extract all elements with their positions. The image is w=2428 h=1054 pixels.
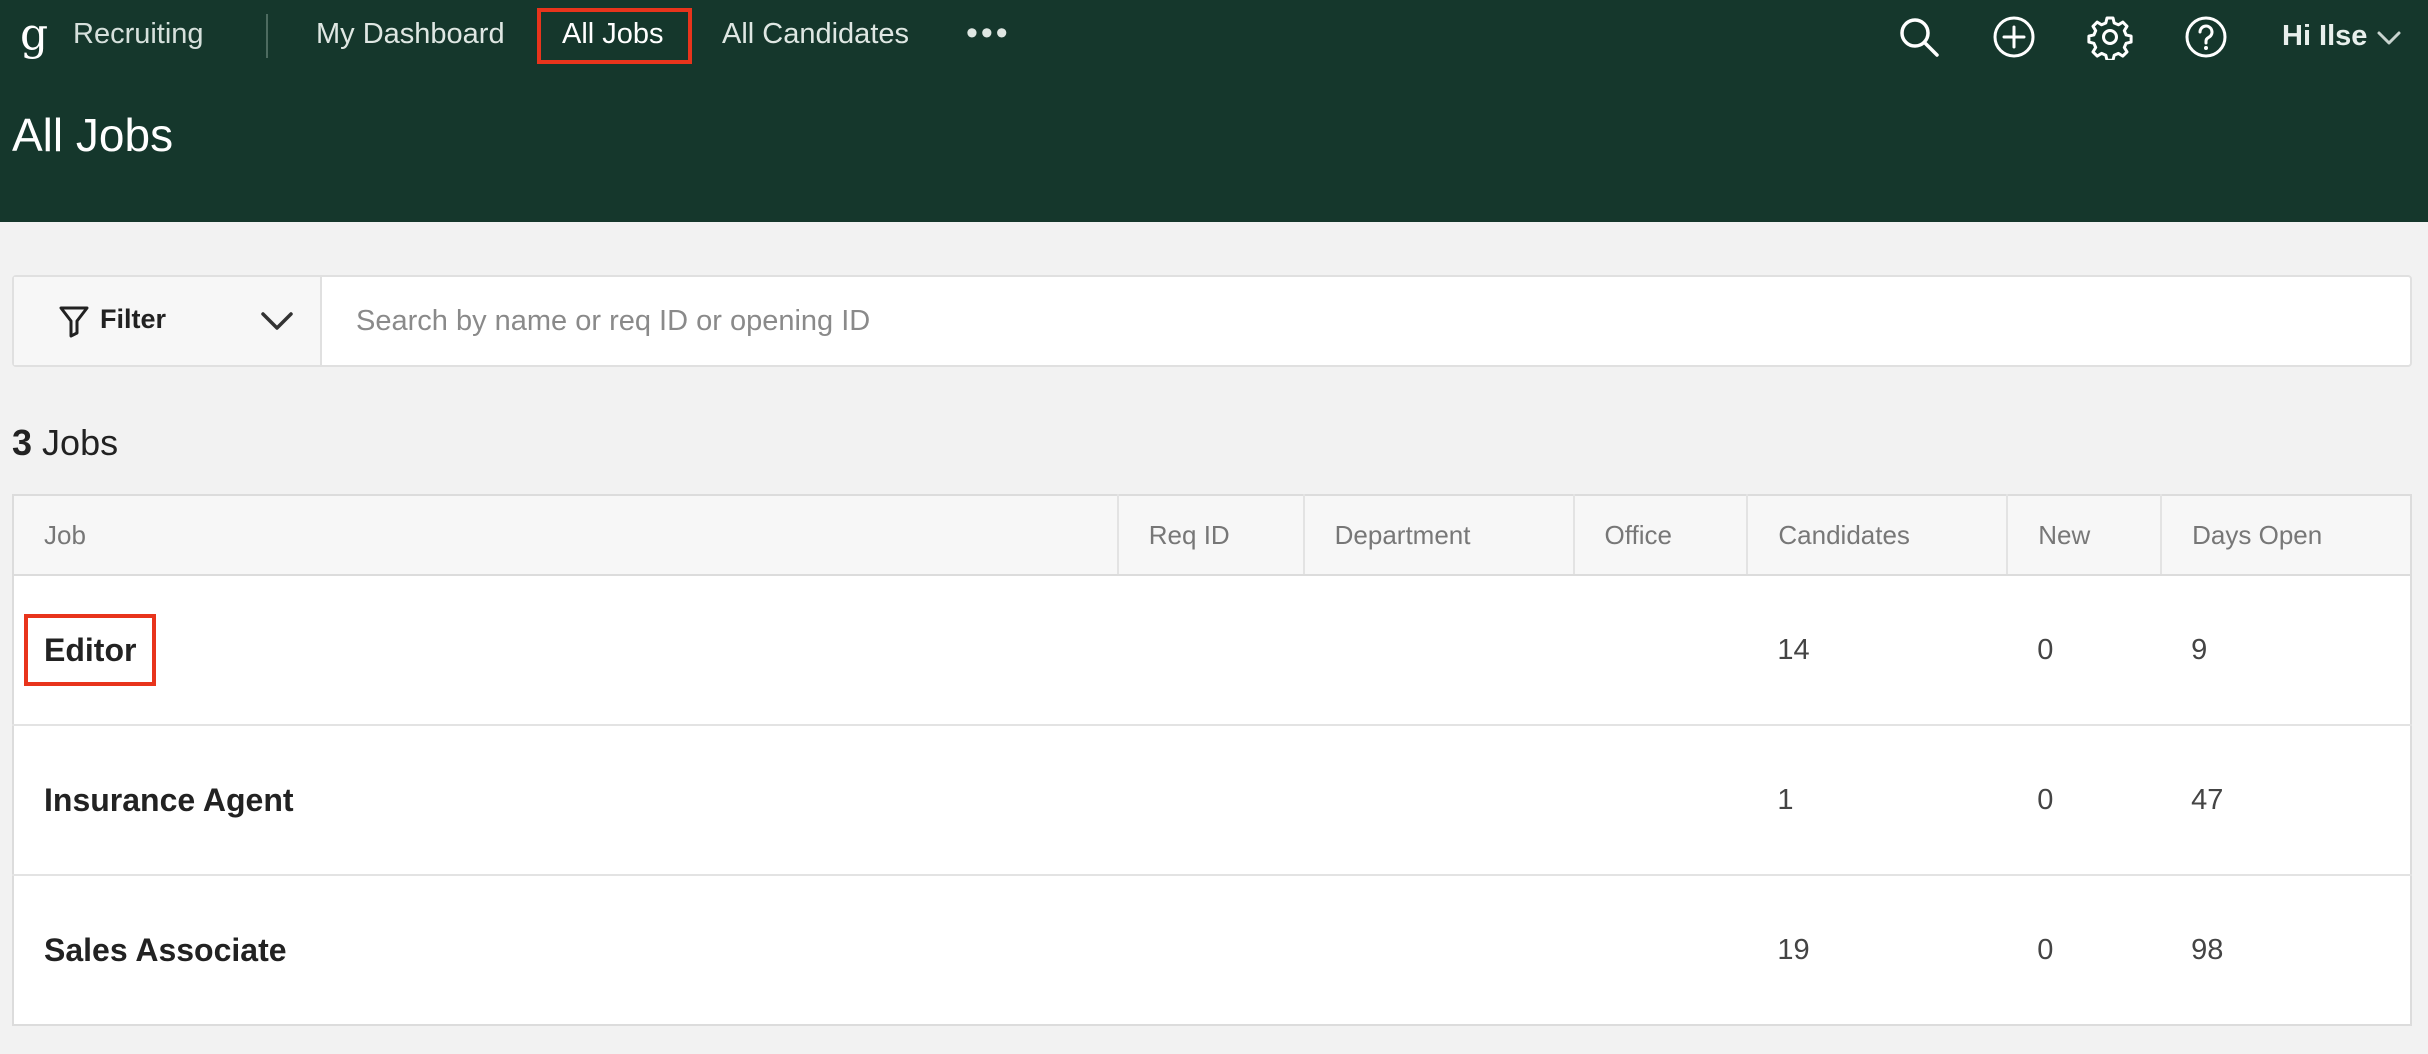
nav-divider	[266, 14, 268, 58]
greenhouse-logo-icon[interactable]: g	[20, 10, 48, 60]
brand-recruiting[interactable]: Recruiting	[73, 18, 204, 51]
search-icon[interactable]	[1896, 14, 1942, 60]
chevron-down-icon	[261, 312, 293, 330]
filter-label: Filter	[100, 304, 167, 334]
jobs-table: Job Req ID Department Office Candidates …	[12, 494, 2412, 1026]
office-cell	[1573, 725, 1748, 876]
job-cell: Editor	[13, 575, 1118, 726]
column-header-candidates[interactable]: Candidates	[1747, 495, 2009, 576]
add-circle-icon[interactable]	[1991, 14, 2037, 60]
days-open-cell: 47	[2161, 725, 2411, 876]
department-cell	[1303, 575, 1574, 726]
column-header-job[interactable]: Job	[13, 495, 1119, 576]
req-id-cell	[1118, 875, 1304, 1025]
filter-funnel-icon	[59, 306, 89, 338]
department-cell	[1303, 725, 1574, 876]
top-navigation: g Recruiting My Dashboard All Jobs All C…	[0, 0, 2428, 72]
help-icon[interactable]	[2183, 14, 2229, 60]
nav-my-dashboard[interactable]: My Dashboard	[316, 18, 505, 51]
job-link-sales-associate[interactable]: Sales Associate	[44, 932, 287, 968]
table-row[interactable]: Sales Associate 19 0 98	[13, 875, 2411, 1025]
nav-all-jobs[interactable]: All Jobs	[562, 18, 664, 51]
candidates-cell[interactable]: 19	[1747, 875, 2007, 1025]
req-id-cell	[1117, 725, 1304, 876]
jobs-count-number: 3	[12, 422, 33, 463]
jobs-count-label: Jobs	[42, 422, 119, 463]
page-title: All Jobs	[12, 109, 174, 161]
table-row[interactable]: Insurance Agent 1 0 47	[13, 725, 2411, 876]
office-cell	[1573, 575, 1748, 726]
column-header-req-id[interactable]: Req ID	[1117, 495, 1305, 576]
req-id-cell	[1117, 575, 1304, 726]
filter-search-bar: Filter	[12, 275, 2412, 367]
office-cell	[1574, 875, 1748, 1025]
app-header: g Recruiting My Dashboard All Jobs All C…	[0, 0, 2428, 222]
table-header-row: Job Req ID Department Office Candidates …	[13, 495, 2411, 576]
column-header-office[interactable]: Office	[1573, 495, 1749, 576]
column-header-new[interactable]: New	[2007, 495, 2163, 576]
filter-button[interactable]: Filter	[14, 277, 322, 365]
column-header-days-open[interactable]: Days Open	[2161, 495, 2411, 576]
department-cell	[1304, 875, 1574, 1025]
table-row[interactable]: Editor 14 0 9	[13, 575, 2411, 726]
more-menu-icon[interactable]: •••	[966, 14, 1011, 53]
new-cell[interactable]: 0	[2007, 575, 2162, 726]
candidates-cell[interactable]: 1	[1747, 725, 2008, 876]
settings-gear-icon[interactable]	[2087, 14, 2133, 60]
job-link-wrap: Editor	[24, 613, 156, 686]
job-link-editor[interactable]: Editor	[44, 632, 136, 668]
days-open-cell: 9	[2161, 575, 2411, 726]
job-cell: Sales Associate	[13, 875, 1118, 1025]
column-header-department[interactable]: Department	[1303, 495, 1575, 576]
chevron-down-icon[interactable]	[2376, 28, 2402, 48]
jobs-count: 3 Jobs	[12, 422, 118, 464]
job-search-input[interactable]	[324, 277, 2410, 365]
job-link-insurance-agent[interactable]: Insurance Agent	[44, 782, 294, 818]
nav-all-candidates[interactable]: All Candidates	[722, 18, 909, 51]
new-cell[interactable]: 0	[2007, 875, 2161, 1025]
candidates-cell[interactable]: 14	[1747, 575, 2008, 726]
user-greeting[interactable]: Hi Ilse	[2282, 20, 2367, 53]
days-open-cell: 98	[2191, 933, 2224, 966]
job-cell: Insurance Agent	[13, 725, 1118, 876]
new-cell[interactable]: 0	[2007, 725, 2162, 876]
